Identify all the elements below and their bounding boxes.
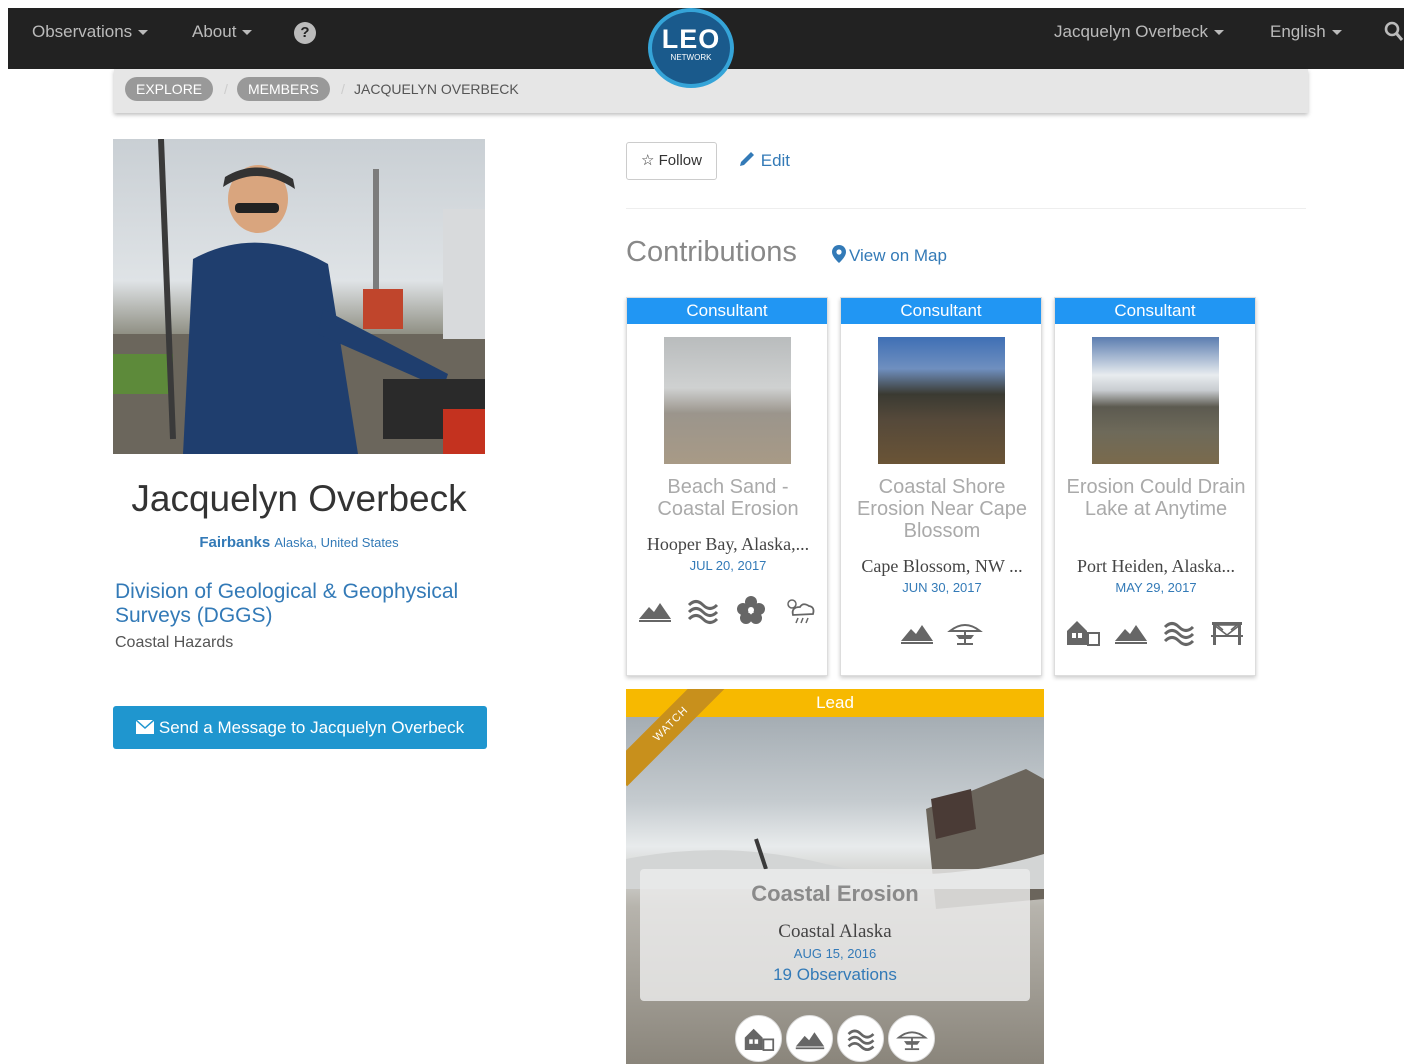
view-on-map-link[interactable]: View on Map bbox=[832, 245, 947, 266]
organization-department: Coastal Hazards bbox=[115, 634, 234, 651]
about-menu[interactable]: About bbox=[192, 8, 253, 69]
land-icon bbox=[637, 595, 673, 625]
about-menu-label: About bbox=[192, 22, 237, 41]
card-thumbnail bbox=[878, 337, 1005, 464]
chevron-down-icon bbox=[1214, 30, 1225, 36]
card-topic-icons bbox=[841, 617, 1041, 647]
card-title: Coastal Shore Erosion Near Cape Blossom bbox=[856, 476, 1028, 542]
breadcrumb-current: JACQUELYN OVERBECK bbox=[354, 81, 519, 97]
chevron-down-icon bbox=[1331, 30, 1342, 36]
observations-menu[interactable]: Observations bbox=[32, 8, 149, 69]
contribution-card[interactable]: Consultant Beach Sand - Coastal Erosion … bbox=[626, 297, 828, 676]
card-title: Beach Sand - Coastal Erosion bbox=[657, 476, 799, 520]
envelope-icon bbox=[135, 719, 155, 734]
location-region[interactable]: Alaska, United States bbox=[274, 535, 398, 550]
edit-label: Edit bbox=[760, 151, 791, 170]
contribution-card[interactable]: Consultant Coastal Shore Erosion Near Ca… bbox=[840, 297, 1042, 676]
breadcrumb-members[interactable]: MEMBERS bbox=[237, 77, 330, 101]
sea-ice-icon bbox=[888, 1015, 935, 1062]
infrastructure-icon bbox=[1209, 617, 1245, 647]
featured-date: AUG 15, 2016 bbox=[793, 946, 877, 961]
language-menu-label: English bbox=[1270, 22, 1326, 41]
view-on-map-label: View on Map bbox=[849, 246, 947, 265]
featured-title: Coastal Erosion bbox=[751, 881, 919, 906]
land-icon bbox=[899, 617, 935, 647]
observations-menu-label: Observations bbox=[32, 22, 133, 41]
card-thumbnail bbox=[1092, 337, 1219, 464]
card-topic-icons bbox=[1055, 617, 1255, 647]
sea-ice-icon bbox=[947, 617, 983, 647]
card-location: Cape Blossom, NW ... bbox=[861, 556, 1023, 576]
send-message-button[interactable]: Send a Message to Jacquelyn Overbeck bbox=[113, 706, 487, 749]
building-icon bbox=[735, 1015, 782, 1062]
profile-location: Fairbanks Alaska, United States bbox=[113, 534, 485, 551]
profile-name: Jacquelyn Overbeck bbox=[131, 478, 467, 519]
card-date: MAY 29, 2017 bbox=[1115, 580, 1197, 595]
contribution-card[interactable]: Consultant Erosion Could Drain Lake at A… bbox=[1054, 297, 1256, 676]
featured-observations-link[interactable]: 19 Observations bbox=[640, 965, 1030, 985]
card-badge: Consultant bbox=[627, 298, 827, 324]
send-message-label: Send a Message to Jacquelyn Overbeck bbox=[158, 718, 465, 737]
flower-icon bbox=[733, 595, 769, 625]
search-icon[interactable] bbox=[1384, 21, 1404, 43]
card-badge: Consultant bbox=[1055, 298, 1255, 324]
language-menu[interactable]: English bbox=[1270, 8, 1342, 69]
card-topic-icons bbox=[627, 595, 827, 625]
land-icon bbox=[1113, 617, 1149, 647]
leo-network-logo[interactable]: LEO NETWORK bbox=[648, 8, 734, 88]
featured-info-overlay: Coastal Erosion Coastal Alaska AUG 15, 2… bbox=[640, 869, 1030, 1001]
water-icon bbox=[1161, 617, 1197, 647]
building-icon bbox=[1065, 617, 1101, 647]
divider bbox=[626, 208, 1306, 209]
follow-label: Follow bbox=[658, 152, 702, 169]
breadcrumb-explore[interactable]: EXPLORE bbox=[125, 77, 214, 101]
card-location: Hooper Bay, Alaska,... bbox=[646, 534, 810, 554]
featured-topic-icons bbox=[626, 1015, 1044, 1062]
featured-location: Coastal Alaska bbox=[778, 921, 892, 942]
card-date: JUN 30, 2017 bbox=[902, 580, 982, 595]
follow-button[interactable]: ☆ Follow bbox=[626, 142, 717, 180]
profile-photo bbox=[113, 139, 485, 454]
pencil-icon bbox=[740, 152, 754, 166]
card-date: JUL 20, 2017 bbox=[689, 558, 767, 573]
card-location: Port Heiden, Alaska... bbox=[1077, 556, 1235, 576]
card-thumbnail bbox=[664, 337, 791, 464]
card-badge: Consultant bbox=[841, 298, 1041, 324]
chevron-down-icon bbox=[138, 30, 149, 36]
organization-link[interactable]: Division of Geological & Geophysical Sur… bbox=[115, 580, 475, 628]
breadcrumb-separator: / bbox=[224, 81, 228, 97]
edit-link[interactable]: Edit bbox=[738, 150, 790, 171]
chevron-down-icon bbox=[242, 30, 253, 36]
star-icon: ☆ bbox=[641, 152, 655, 169]
card-title: Erosion Could Drain Lake at Anytime bbox=[1066, 476, 1246, 520]
help-icon[interactable]: ? bbox=[294, 22, 316, 44]
logo-text: LEO bbox=[661, 24, 721, 54]
location-city[interactable]: Fairbanks bbox=[199, 534, 270, 551]
map-marker-icon bbox=[832, 245, 846, 263]
contributions-heading: Contributions bbox=[626, 236, 797, 268]
water-icon bbox=[837, 1015, 884, 1062]
breadcrumb-separator: / bbox=[341, 81, 345, 97]
featured-contribution-card[interactable]: Lead WATCH Coastal Erosion Coastal Alask… bbox=[626, 689, 1044, 1064]
water-icon bbox=[685, 595, 721, 625]
weather-icon bbox=[781, 595, 817, 625]
land-icon bbox=[786, 1015, 833, 1062]
user-menu[interactable]: Jacquelyn Overbeck bbox=[1054, 8, 1225, 69]
user-menu-label: Jacquelyn Overbeck bbox=[1054, 22, 1209, 41]
